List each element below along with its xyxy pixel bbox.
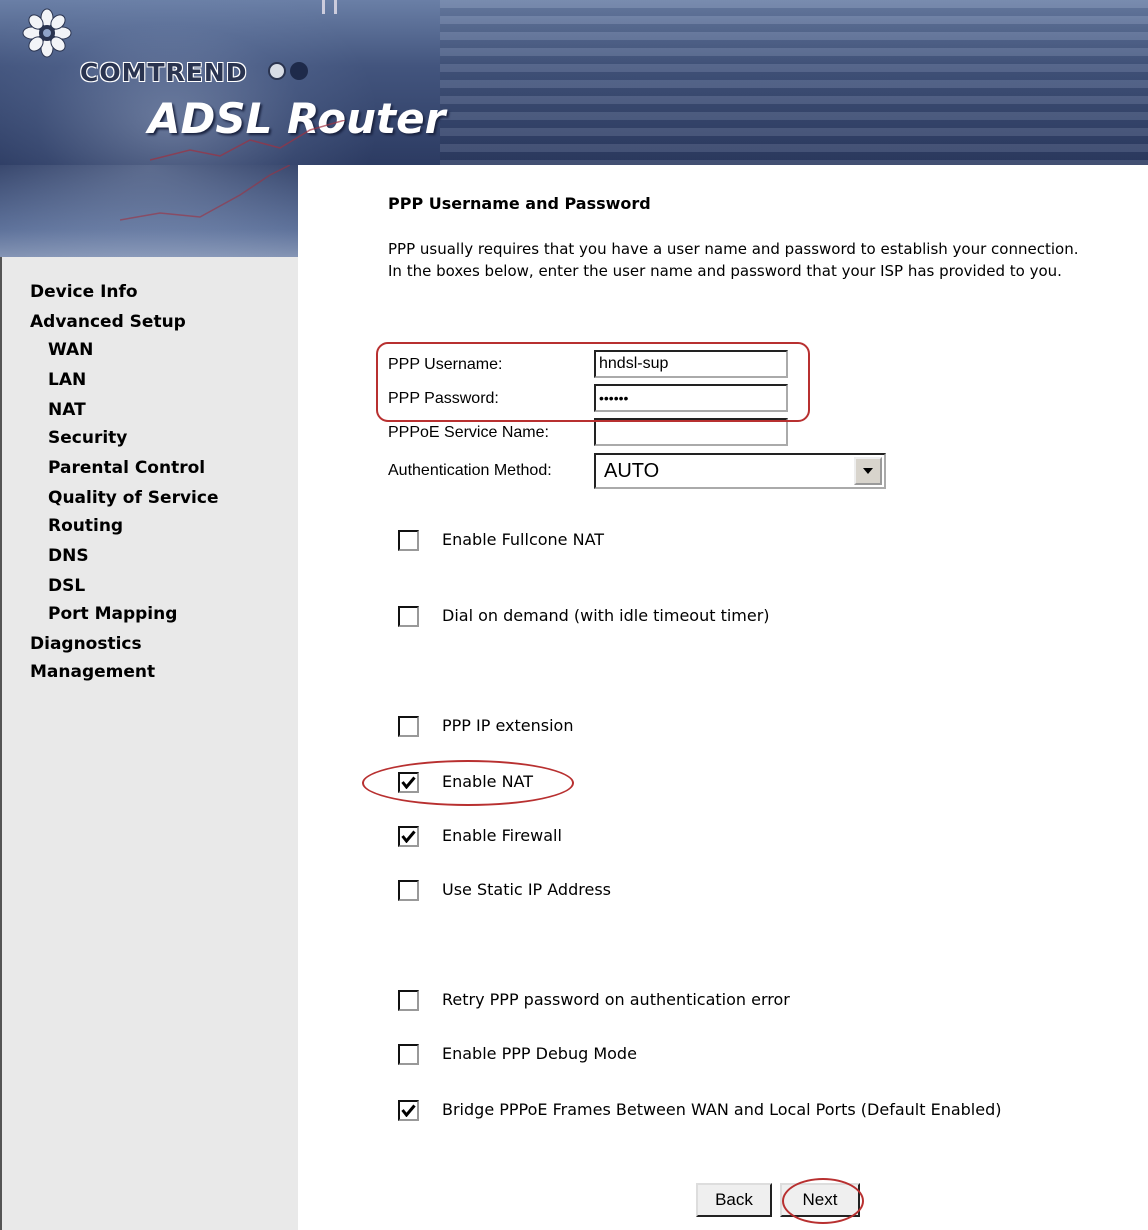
sidebar-item-device-info[interactable]: Device Info: [30, 282, 138, 302]
signal-line-decoration: [120, 165, 290, 221]
sidebar-nav: [0, 257, 298, 1230]
checkmark-icon: [401, 1104, 416, 1117]
enable-ppp-debug-mode-checkbox[interactable]: [398, 1044, 419, 1065]
enable-firewall-label[interactable]: Enable Firewall: [442, 826, 562, 845]
antenna-decoration: [334, 0, 337, 14]
ppp-password-input[interactable]: ••••••: [594, 384, 788, 412]
next-button[interactable]: Next: [780, 1183, 860, 1217]
header-left-strip: [0, 165, 298, 257]
sidebar-item-dsl[interactable]: DSL: [48, 576, 85, 596]
brand-dot-light: [268, 62, 286, 80]
sidebar-item-port-mapping[interactable]: Port Mapping: [48, 604, 177, 624]
retry-ppp-password-label[interactable]: Retry PPP password on authentication err…: [442, 990, 790, 1009]
ppp-username-input[interactable]: [594, 350, 788, 378]
description-line-2: In the boxes below, enter the user name …: [388, 262, 1062, 280]
dial-on-demand-checkbox[interactable]: [398, 606, 419, 627]
sidebar-item-routing[interactable]: Routing: [48, 516, 123, 536]
bridge-pppoe-frames-checkbox[interactable]: [398, 1100, 419, 1121]
ppp-ip-extension-checkbox[interactable]: [398, 716, 419, 737]
sidebar-item-lan[interactable]: LAN: [48, 370, 86, 390]
header-banner: COMTREND ADSL Router: [0, 0, 1148, 165]
brand-dots-logo: [268, 62, 312, 84]
ppp-password-label: PPP Password:: [388, 390, 499, 407]
use-static-ip-address-label[interactable]: Use Static IP Address: [442, 880, 611, 899]
comtrend-flower-logo-icon: [22, 8, 72, 58]
brand-name: COMTREND: [80, 58, 248, 87]
enable-fullcone-nat-checkbox[interactable]: [398, 530, 419, 551]
pppoe-service-name-input[interactable]: [594, 418, 788, 446]
enable-nat-checkbox[interactable]: [398, 772, 419, 793]
enable-fullcone-nat-label[interactable]: Enable Fullcone NAT: [442, 530, 604, 549]
sidebar-item-security[interactable]: Security: [48, 428, 127, 448]
back-button[interactable]: Back: [696, 1183, 772, 1217]
sidebar-item-management[interactable]: Management: [30, 662, 155, 682]
authentication-method-value: AUTO: [604, 460, 660, 482]
ppp-username-label: PPP Username:: [388, 356, 503, 373]
sidebar-item-diagnostics[interactable]: Diagnostics: [30, 634, 142, 654]
sidebar-item-quality-of-service[interactable]: Quality of Service: [48, 488, 218, 508]
authentication-method-label: Authentication Method:: [388, 462, 552, 479]
checkmark-icon: [401, 776, 416, 789]
main-content: [298, 165, 1148, 1230]
antenna-decoration: [322, 0, 325, 14]
sidebar-item-dns[interactable]: DNS: [48, 546, 89, 566]
checkmark-icon: [401, 830, 416, 843]
banner-stripes: [440, 0, 1148, 165]
use-static-ip-address-checkbox[interactable]: [398, 880, 419, 901]
description-line-1: PPP usually requires that you have a use…: [388, 240, 1079, 258]
signal-line-decoration: [150, 120, 346, 161]
sidebar-item-parental-control[interactable]: Parental Control: [48, 458, 205, 478]
sidebar-item-advanced-setup[interactable]: Advanced Setup: [30, 312, 186, 332]
bridge-pppoe-frames-label[interactable]: Bridge PPPoE Frames Between WAN and Loca…: [442, 1100, 1001, 1119]
dial-on-demand-label[interactable]: Dial on demand (with idle timeout timer): [442, 606, 770, 625]
pppoe-service-name-label: PPPoE Service Name:: [388, 424, 549, 441]
brand-dot-dark: [290, 62, 308, 80]
page-description: PPP usually requires that you have a use…: [388, 238, 1148, 282]
enable-ppp-debug-mode-label[interactable]: Enable PPP Debug Mode: [442, 1044, 637, 1063]
enable-firewall-checkbox[interactable]: [398, 826, 419, 847]
enable-nat-label[interactable]: Enable NAT: [442, 772, 533, 791]
authentication-method-select[interactable]: AUTO: [594, 453, 886, 489]
dropdown-arrow-icon[interactable]: [854, 457, 882, 485]
retry-ppp-password-checkbox[interactable]: [398, 990, 419, 1011]
page-title: PPP Username and Password: [388, 194, 651, 213]
ppp-ip-extension-label[interactable]: PPP IP extension: [442, 716, 573, 735]
sidebar-item-wan[interactable]: WAN: [48, 340, 93, 360]
sidebar-item-nat[interactable]: NAT: [48, 400, 86, 420]
